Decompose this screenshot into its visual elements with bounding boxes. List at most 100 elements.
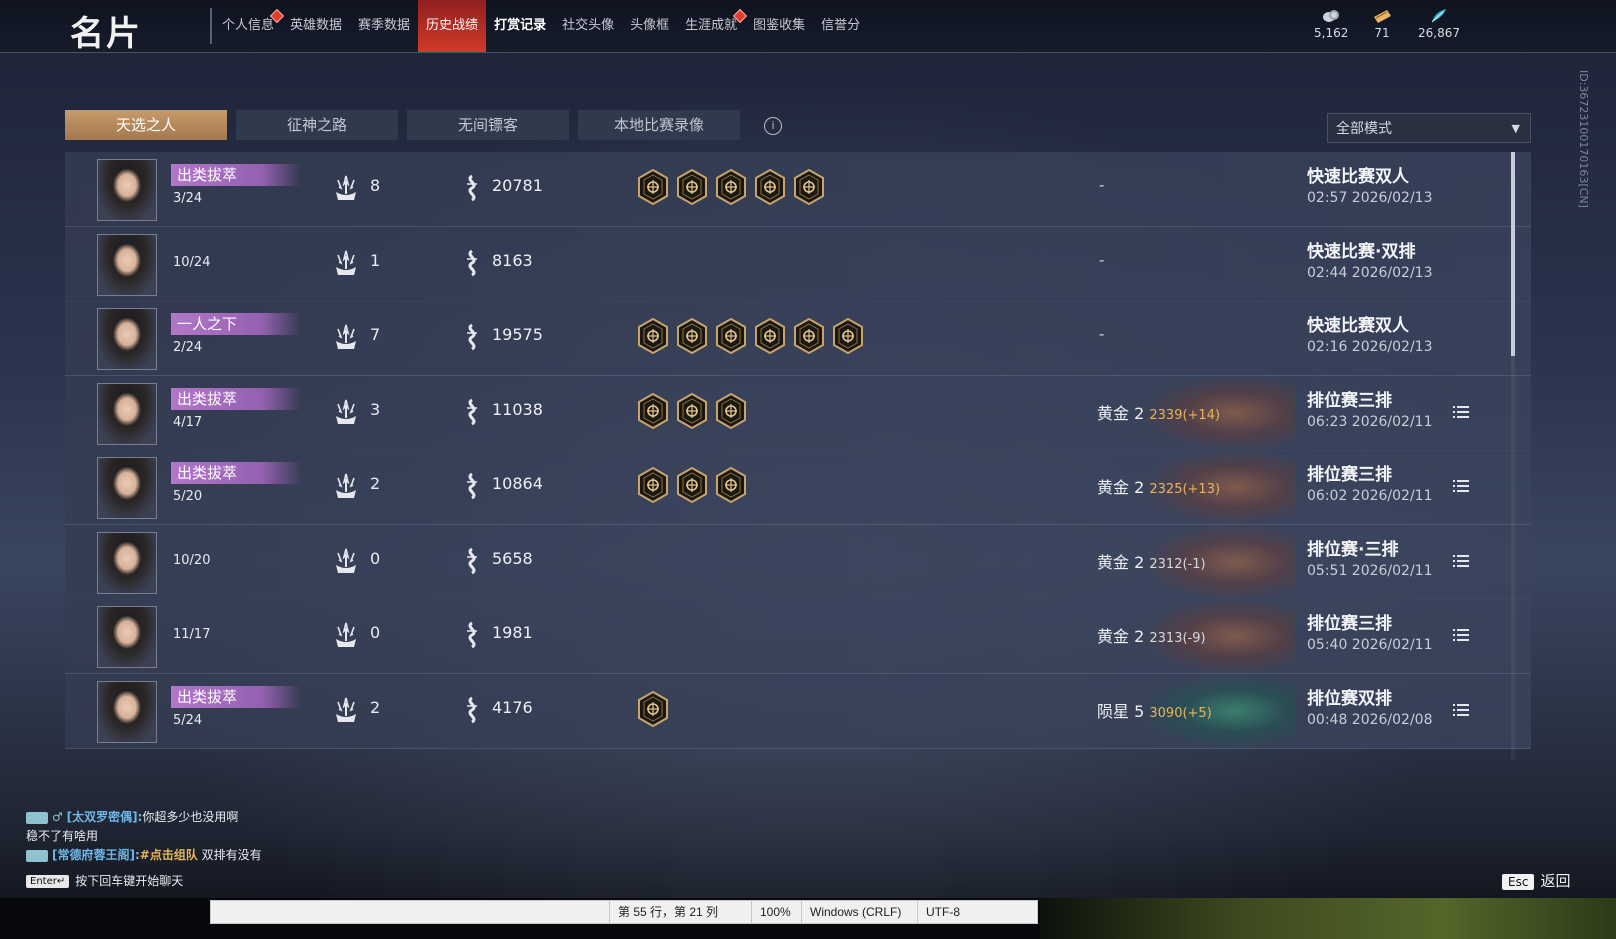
sigil-badge-icon[interactable] (754, 317, 786, 355)
subtab-escort[interactable]: 无间镖客 (407, 110, 569, 140)
subtab-chosen[interactable]: 天选之人 (65, 110, 227, 140)
hero-avatar[interactable] (97, 680, 157, 743)
nav-tab[interactable]: 个人信息 (214, 0, 285, 52)
match-row[interactable]: 一人之下 2/24 7 19575 - 快速比赛双人 02:16 2026/02/13 (65, 301, 1531, 376)
scrollbar-thumb[interactable] (1511, 152, 1515, 356)
kills-icon (333, 621, 359, 649)
performance-title-badge: 出类拔萃 (171, 387, 301, 410)
chat-text: 你超多少也没用啊 (142, 810, 239, 824)
subtab-local-replays[interactable]: 本地比赛录像 (578, 110, 740, 140)
match-row[interactable]: 出类拔萃 4/17 3 11038 黄金 2 2339(+14) 排位赛三排 06:23 2… (65, 375, 1531, 451)
match-detail-list-icon[interactable] (1453, 478, 1469, 492)
dragon-badge-icon[interactable] (637, 392, 669, 429)
feather-crystal-icon (1431, 9, 1446, 23)
nav-tab[interactable]: 社交头像 (554, 0, 622, 52)
nav-tab[interactable]: 信誉分 (813, 0, 868, 52)
hero-avatar[interactable] (97, 606, 157, 668)
match-row[interactable]: 11/17 0 1981 黄金 2 2313(-9) 排位赛三排 05:40 2026/0… (65, 599, 1531, 674)
rank-points-change: 2312(-1) (1149, 556, 1206, 572)
nav-tab[interactable]: 头像框 (622, 0, 677, 52)
chat-channel-icon (26, 811, 48, 824)
mask-badge-icon[interactable] (637, 168, 669, 206)
match-time: 02:16 2026/02/13 (1307, 339, 1433, 355)
cursor-position: 第 55 行，第 21 列 (609, 901, 718, 923)
nav-tab[interactable]: 打赏记录 (486, 0, 554, 52)
nav-tab[interactable]: 图鉴收集 (745, 0, 813, 52)
match-detail-list-icon[interactable] (1453, 627, 1469, 641)
chat-input-prompt[interactable]: Enter↵ 按下回车键开始聊天 (26, 872, 183, 889)
nav-tab-label: 英雄数据 (290, 18, 343, 33)
kills-count: 3 (370, 399, 381, 419)
desktop-background (1040, 898, 1616, 939)
score-value: 1981 (492, 623, 533, 642)
nav-tab[interactable]: 历史战绩 (418, 0, 487, 52)
kills-icon (333, 174, 359, 202)
match-detail-list-icon[interactable] (1453, 702, 1469, 716)
mode-filter-select[interactable]: 全部模式 ▼ (1327, 113, 1531, 143)
match-mode: 排位赛双排 (1307, 688, 1392, 709)
match-row[interactable]: 出类拔萃 3/24 8 20781 - 快速比赛双人 02:57 2026/02/13 (65, 152, 1531, 227)
serpent-badge-icon[interactable] (676, 317, 708, 355)
hero-avatar[interactable] (97, 308, 157, 370)
back-button[interactable]: Esc 返回 (1502, 870, 1570, 891)
match-row[interactable]: 10/20 0 5658 黄金 2 2312(-1) 排位赛·三排 05:51 2026/… (65, 524, 1531, 600)
nav-tab[interactable]: 赛季数据 (350, 0, 418, 52)
achievement-badges (637, 317, 871, 355)
match-time: 02:57 2026/02/13 (1307, 190, 1433, 206)
nav-tab[interactable]: 英雄数据 (282, 0, 350, 52)
score-icon (463, 621, 481, 649)
chat-prompt-text: 按下回车键开始聊天 (75, 874, 184, 888)
match-detail-list-icon[interactable] (1453, 404, 1469, 418)
star-badge-icon[interactable] (832, 317, 864, 355)
hero-avatar[interactable] (97, 382, 157, 445)
hero-avatar[interactable] (97, 159, 157, 221)
dragon-badge-icon[interactable] (637, 690, 669, 727)
score-value: 4176 (492, 697, 533, 717)
performance-title-badge: 一人之下 (171, 313, 301, 335)
mode-tabs: 天选之人 征神之路 无间镖客 本地比赛录像 (65, 110, 749, 140)
match-row[interactable]: 10/24 1 8163 - 快速比赛·双排 02:44 2026/02/13 (65, 226, 1531, 302)
star-badge-icon[interactable] (754, 168, 786, 206)
hero-avatar[interactable] (97, 457, 157, 519)
serpent-badge-icon[interactable] (676, 168, 708, 206)
match-mode: 快速比赛双人 (1307, 167, 1409, 187)
nav-tab[interactable]: 生涯成就 (677, 0, 748, 52)
flame-badge-icon[interactable] (715, 392, 747, 429)
star-badge-icon[interactable] (676, 392, 708, 429)
hero-avatar[interactable] (97, 233, 157, 296)
main-nav: 个人信息 英雄数据 赛季数据 历史战绩 打赏记录 社交头像 头像框 生涯成就 图鉴收集 信誉分 (214, 0, 868, 52)
crown-badge-icon[interactable] (793, 317, 825, 355)
achievement-badges (637, 168, 832, 206)
chat-sender[interactable]: [太双罗密偶]: (67, 810, 143, 824)
score-value: 20781 (492, 176, 543, 195)
join-team-link[interactable]: #点击组队 (140, 848, 198, 862)
nav-tab-label: 生涯成就 (685, 18, 738, 33)
dragon-badge-icon[interactable] (637, 466, 669, 504)
rank-tier-empty: - (1099, 325, 1105, 343)
rank-tier-name: 黄金 2 (1097, 552, 1145, 572)
rank-tier-empty: - (1099, 176, 1105, 194)
nav-tab-label: 图鉴收集 (753, 18, 806, 33)
chevron-down-icon: ▼ (1511, 122, 1520, 135)
wave-badge-icon[interactable] (715, 317, 747, 355)
page-title: 名片 (70, 14, 142, 54)
wing-badge-icon[interactable] (715, 466, 747, 504)
chat-sender[interactable]: [常德府蓉王阁]: (52, 848, 140, 862)
mask-badge-icon[interactable] (637, 317, 669, 355)
kills-count: 8 (370, 176, 381, 195)
hero-avatar[interactable] (97, 531, 157, 594)
kills-count: 0 (370, 548, 381, 568)
match-row[interactable]: 出类拔萃 5/20 2 10864 黄金 2 2325(+13) 排位赛三排 06:02 2… (65, 450, 1531, 525)
match-row[interactable]: 出类拔萃 5/24 2 4176 陨星 5 3090(+5) 排位赛双排 00:48 202… (65, 673, 1531, 749)
match-time: 06:02 2026/02/11 (1307, 488, 1433, 504)
sigil-badge-icon[interactable] (715, 168, 747, 206)
subtab-god-path[interactable]: 征神之路 (236, 110, 398, 140)
rank-points-change: 3090(+5) (1149, 705, 1212, 721)
flame-badge-icon[interactable] (676, 466, 708, 504)
match-time: 02:44 2026/02/13 (1307, 264, 1433, 281)
peak-badge-icon[interactable] (793, 168, 825, 206)
rank-tier-name: 陨星 5 (1097, 701, 1145, 721)
chat-channel-icon (26, 849, 48, 862)
match-detail-list-icon[interactable] (1453, 553, 1469, 567)
info-icon[interactable]: i (764, 117, 782, 135)
